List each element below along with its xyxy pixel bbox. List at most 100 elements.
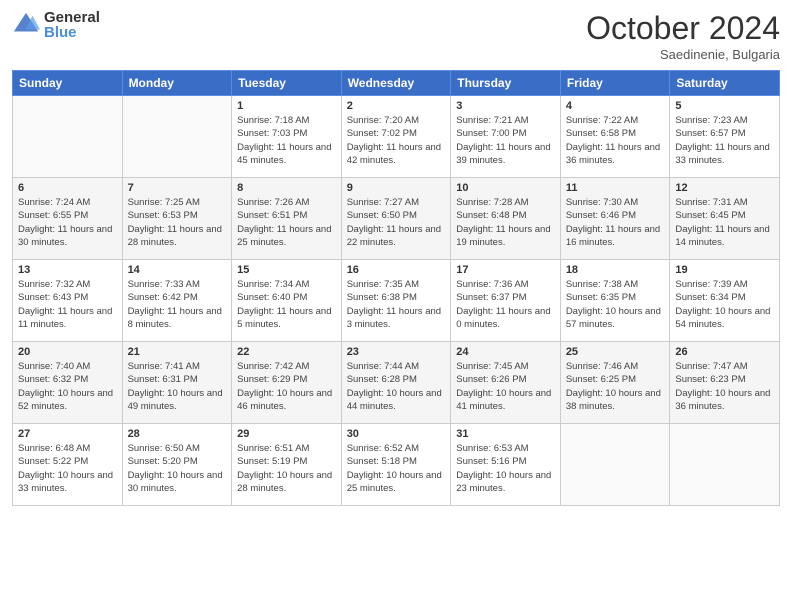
day-info: Sunrise: 7:39 AM Sunset: 6:34 PM Dayligh… bbox=[675, 278, 774, 331]
day-info: Sunrise: 7:33 AM Sunset: 6:42 PM Dayligh… bbox=[128, 278, 227, 331]
calendar-week-row: 20 Sunrise: 7:40 AM Sunset: 6:32 PM Dayli… bbox=[13, 342, 780, 424]
day-number: 11 bbox=[566, 182, 665, 194]
day-info: Sunrise: 6:53 AM Sunset: 5:16 PM Dayligh… bbox=[456, 442, 555, 495]
calendar-cell: 26 Sunrise: 7:47 AM Sunset: 6:23 PM Dayli… bbox=[670, 342, 780, 424]
day-info: Sunrise: 7:25 AM Sunset: 6:53 PM Dayligh… bbox=[128, 196, 227, 249]
calendar-cell: 29 Sunrise: 6:51 AM Sunset: 5:19 PM Dayli… bbox=[232, 424, 342, 506]
calendar-cell: 5Sunrise: 7:23 AM Sunset: 6:57 PM Daylig… bbox=[670, 96, 780, 178]
calendar-cell: 13 Sunrise: 7:32 AM Sunset: 6:43 PM Dayli… bbox=[13, 260, 123, 342]
calendar-cell: 7Sunrise: 7:25 AM Sunset: 6:53 PM Daylig… bbox=[122, 178, 232, 260]
day-number: 20 bbox=[18, 346, 117, 358]
day-number: 12 bbox=[675, 182, 774, 194]
calendar-week-row: 6 Sunrise: 7:24 AM Sunset: 6:55 PM Daylig… bbox=[13, 178, 780, 260]
day-number: 30 bbox=[347, 428, 446, 440]
day-info: Sunrise: 7:35 AM Sunset: 6:38 PM Dayligh… bbox=[347, 278, 446, 331]
calendar-cell: 16 Sunrise: 7:35 AM Sunset: 6:38 PM Dayli… bbox=[341, 260, 451, 342]
day-number: 4 bbox=[566, 100, 665, 112]
calendar-cell bbox=[122, 96, 232, 178]
logo: General Blue bbox=[12, 10, 100, 40]
calendar-cell: 17Sunrise: 7:36 AM Sunset: 6:37 PM Dayli… bbox=[451, 260, 561, 342]
day-info: Sunrise: 7:24 AM Sunset: 6:55 PM Dayligh… bbox=[18, 196, 117, 249]
day-info: Sunrise: 7:26 AM Sunset: 6:51 PM Dayligh… bbox=[237, 196, 336, 249]
day-info: Sunrise: 7:21 AM Sunset: 7:00 PM Dayligh… bbox=[456, 114, 555, 167]
day-number: 6 bbox=[18, 182, 117, 194]
day-info: Sunrise: 7:47 AM Sunset: 6:23 PM Dayligh… bbox=[675, 360, 774, 413]
calendar-cell: 25 Sunrise: 7:46 AM Sunset: 6:25 PM Dayli… bbox=[560, 342, 670, 424]
day-info: Sunrise: 7:45 AM Sunset: 6:26 PM Dayligh… bbox=[456, 360, 555, 413]
day-number: 5 bbox=[675, 100, 774, 112]
day-number: 19 bbox=[675, 264, 774, 276]
day-info: Sunrise: 7:41 AM Sunset: 6:31 PM Dayligh… bbox=[128, 360, 227, 413]
day-number: 2 bbox=[347, 100, 446, 112]
calendar-cell: 20 Sunrise: 7:40 AM Sunset: 6:32 PM Dayli… bbox=[13, 342, 123, 424]
calendar-cell: 28 Sunrise: 6:50 AM Sunset: 5:20 PM Dayli… bbox=[122, 424, 232, 506]
day-info: Sunrise: 7:46 AM Sunset: 6:25 PM Dayligh… bbox=[566, 360, 665, 413]
calendar-cell: 2 Sunrise: 7:20 AM Sunset: 7:02 PM Daylig… bbox=[341, 96, 451, 178]
day-info: Sunrise: 7:22 AM Sunset: 6:58 PM Dayligh… bbox=[566, 114, 665, 167]
day-number: 14 bbox=[128, 264, 227, 276]
col-friday: Friday bbox=[560, 71, 670, 96]
day-info: Sunrise: 7:31 AM Sunset: 6:45 PM Dayligh… bbox=[675, 196, 774, 249]
day-number: 25 bbox=[566, 346, 665, 358]
calendar-cell: 9 Sunrise: 7:27 AM Sunset: 6:50 PM Daylig… bbox=[341, 178, 451, 260]
calendar-cell: 19 Sunrise: 7:39 AM Sunset: 6:34 PM Dayli… bbox=[670, 260, 780, 342]
day-number: 16 bbox=[347, 264, 446, 276]
calendar-header-row: Sunday Monday Tuesday Wednesday Thursday… bbox=[13, 71, 780, 96]
day-info: Sunrise: 7:28 AM Sunset: 6:48 PM Dayligh… bbox=[456, 196, 555, 249]
logo-general-text: General bbox=[44, 10, 100, 25]
calendar-cell: 21 Sunrise: 7:41 AM Sunset: 6:31 PM Dayli… bbox=[122, 342, 232, 424]
calendar-cell bbox=[13, 96, 123, 178]
day-number: 21 bbox=[128, 346, 227, 358]
logo-text: General Blue bbox=[44, 10, 100, 40]
day-number: 28 bbox=[128, 428, 227, 440]
day-number: 3 bbox=[456, 100, 555, 112]
calendar-cell: 4 Sunrise: 7:22 AM Sunset: 6:58 PM Daylig… bbox=[560, 96, 670, 178]
day-number: 10 bbox=[456, 182, 555, 194]
calendar-cell: 8 Sunrise: 7:26 AM Sunset: 6:51 PM Daylig… bbox=[232, 178, 342, 260]
calendar-cell: 22Sunrise: 7:42 AM Sunset: 6:29 PM Dayli… bbox=[232, 342, 342, 424]
calendar-cell bbox=[560, 424, 670, 506]
day-number: 23 bbox=[347, 346, 446, 358]
day-info: Sunrise: 7:34 AM Sunset: 6:40 PM Dayligh… bbox=[237, 278, 336, 331]
day-number: 27 bbox=[18, 428, 117, 440]
calendar-cell: 10 Sunrise: 7:28 AM Sunset: 6:48 PM Dayli… bbox=[451, 178, 561, 260]
calendar-cell: 30Sunrise: 6:52 AM Sunset: 5:18 PM Dayli… bbox=[341, 424, 451, 506]
col-wednesday: Wednesday bbox=[341, 71, 451, 96]
calendar-cell: 27Sunrise: 6:48 AM Sunset: 5:22 PM Dayli… bbox=[13, 424, 123, 506]
calendar-cell: 24 Sunrise: 7:45 AM Sunset: 6:26 PM Dayli… bbox=[451, 342, 561, 424]
logo-icon bbox=[12, 11, 40, 39]
day-number: 26 bbox=[675, 346, 774, 358]
month-title: October 2024 bbox=[586, 10, 780, 47]
day-info: Sunrise: 6:51 AM Sunset: 5:19 PM Dayligh… bbox=[237, 442, 336, 495]
calendar-cell: 12 Sunrise: 7:31 AM Sunset: 6:45 PM Dayli… bbox=[670, 178, 780, 260]
day-number: 24 bbox=[456, 346, 555, 358]
day-number: 13 bbox=[18, 264, 117, 276]
col-sunday: Sunday bbox=[13, 71, 123, 96]
day-number: 18 bbox=[566, 264, 665, 276]
title-section: October 2024 Saedinenie, Bulgaria bbox=[586, 10, 780, 62]
col-thursday: Thursday bbox=[451, 71, 561, 96]
day-number: 31 bbox=[456, 428, 555, 440]
day-info: Sunrise: 7:20 AM Sunset: 7:02 PM Dayligh… bbox=[347, 114, 446, 167]
calendar-cell: 3 Sunrise: 7:21 AM Sunset: 7:00 PM Daylig… bbox=[451, 96, 561, 178]
day-info: Sunrise: 7:44 AM Sunset: 6:28 PM Dayligh… bbox=[347, 360, 446, 413]
day-info: Sunrise: 7:32 AM Sunset: 6:43 PM Dayligh… bbox=[18, 278, 117, 331]
day-info: Sunrise: 7:27 AM Sunset: 6:50 PM Dayligh… bbox=[347, 196, 446, 249]
day-number: 22 bbox=[237, 346, 336, 358]
calendar-cell: 15Sunrise: 7:34 AM Sunset: 6:40 PM Dayli… bbox=[232, 260, 342, 342]
day-number: 8 bbox=[237, 182, 336, 194]
day-number: 29 bbox=[237, 428, 336, 440]
calendar-cell: 23 Sunrise: 7:44 AM Sunset: 6:28 PM Dayli… bbox=[341, 342, 451, 424]
calendar-week-row: 1Sunrise: 7:18 AM Sunset: 7:03 PM Daylig… bbox=[13, 96, 780, 178]
day-info: Sunrise: 7:40 AM Sunset: 6:32 PM Dayligh… bbox=[18, 360, 117, 413]
day-info: Sunrise: 6:50 AM Sunset: 5:20 PM Dayligh… bbox=[128, 442, 227, 495]
logo-blue-text: Blue bbox=[44, 25, 100, 40]
day-info: Sunrise: 7:18 AM Sunset: 7:03 PM Dayligh… bbox=[237, 114, 336, 167]
calendar-week-row: 13 Sunrise: 7:32 AM Sunset: 6:43 PM Dayli… bbox=[13, 260, 780, 342]
calendar-cell: 14 Sunrise: 7:33 AM Sunset: 6:42 PM Dayli… bbox=[122, 260, 232, 342]
day-info: Sunrise: 7:36 AM Sunset: 6:37 PM Dayligh… bbox=[456, 278, 555, 331]
day-number: 9 bbox=[347, 182, 446, 194]
location-subtitle: Saedinenie, Bulgaria bbox=[586, 47, 780, 62]
day-info: Sunrise: 7:30 AM Sunset: 6:46 PM Dayligh… bbox=[566, 196, 665, 249]
calendar-cell: 1Sunrise: 7:18 AM Sunset: 7:03 PM Daylig… bbox=[232, 96, 342, 178]
